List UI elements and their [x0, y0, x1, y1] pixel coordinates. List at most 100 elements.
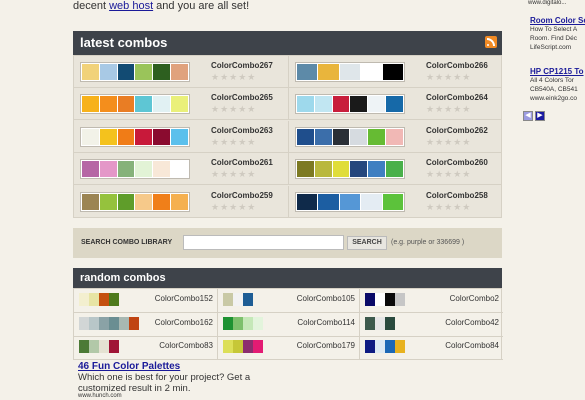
color-swatch-strip[interactable]: [295, 94, 405, 115]
combo-name[interactable]: ColorCombo114: [297, 318, 355, 327]
color-swatch: [385, 293, 395, 306]
random-combo-item[interactable]: ColorCombo152: [74, 289, 217, 313]
search-button[interactable]: SEARCH: [347, 236, 387, 250]
latest-combo-item[interactable]: ColorCombo259 ★★★★★: [74, 186, 288, 218]
combo-name[interactable]: ColorCombo267: [211, 61, 273, 70]
color-swatch: [171, 193, 188, 210]
combo-name[interactable]: ColorCombo259: [211, 191, 273, 200]
sidebar-ad-1[interactable]: Room Color Se How To Select A Room. Find…: [530, 16, 585, 52]
color-swatch: [253, 340, 263, 353]
combo-name[interactable]: ColorCombo264: [426, 93, 488, 102]
color-swatch-strip[interactable]: [80, 191, 190, 212]
color-swatch: [297, 64, 318, 80]
latest-combos-grid: ColorCombo267 ★★★★★ ColorCombo266 ★★★★★ Colo…: [73, 55, 502, 218]
latest-combo-item[interactable]: ColorCombo262 ★★★★★: [288, 120, 502, 153]
color-swatch: [79, 293, 89, 306]
prev-arrow-icon[interactable]: ◀: [523, 111, 533, 121]
color-swatch-strip[interactable]: [365, 293, 405, 306]
random-combo-item[interactable]: ColorCombo42: [360, 313, 503, 337]
color-swatch: [89, 340, 99, 353]
rating-stars-icon[interactable]: ★★★★★: [426, 137, 471, 148]
combo-name[interactable]: ColorCombo84: [445, 341, 499, 350]
color-swatch: [314, 128, 332, 145]
color-swatch: [171, 161, 188, 178]
color-swatch: [314, 96, 332, 113]
latest-combo-item[interactable]: ColorCombo267 ★★★★★: [74, 56, 288, 88]
combo-name[interactable]: ColorCombo260: [426, 158, 488, 167]
search-input[interactable]: [183, 235, 344, 250]
color-swatch: [153, 96, 171, 113]
color-swatch: [135, 193, 153, 210]
rating-stars-icon[interactable]: ★★★★★: [426, 104, 471, 115]
color-swatch-strip[interactable]: [295, 159, 405, 180]
color-swatch: [117, 128, 135, 145]
web-host-link[interactable]: web host: [109, 0, 153, 12]
combo-name[interactable]: ColorCombo265: [211, 93, 273, 102]
combo-name[interactable]: ColorCombo83: [159, 341, 213, 350]
color-swatch-strip[interactable]: [79, 340, 119, 353]
color-swatch-strip[interactable]: [223, 293, 253, 306]
rating-stars-icon[interactable]: ★★★★★: [426, 202, 471, 213]
ad-title-link[interactable]: 46 Fun Color Palettes: [78, 361, 180, 372]
combo-name[interactable]: ColorCombo152: [155, 294, 213, 303]
combo-name[interactable]: ColorCombo266: [426, 61, 488, 70]
color-swatch-strip[interactable]: [295, 62, 405, 82]
color-swatch: [243, 340, 253, 353]
sidebar-ad-1-title[interactable]: Room Color Se: [530, 16, 585, 25]
rating-stars-icon[interactable]: ★★★★★: [211, 202, 256, 213]
combo-name[interactable]: ColorCombo258: [426, 191, 488, 200]
random-combo-item[interactable]: ColorCombo114: [217, 312, 360, 337]
next-arrow-icon[interactable]: ▶: [535, 111, 545, 121]
latest-combo-item[interactable]: ColorCombo258 ★★★★★: [288, 185, 502, 218]
color-swatch-strip[interactable]: [295, 191, 405, 212]
color-swatch: [395, 293, 405, 306]
color-swatch-strip[interactable]: [79, 316, 139, 330]
random-combo-item[interactable]: ColorCombo162: [74, 313, 217, 337]
rating-stars-icon[interactable]: ★★★★★: [211, 72, 256, 83]
color-swatch-strip[interactable]: [80, 159, 190, 180]
combo-name[interactable]: ColorCombo262: [426, 126, 488, 135]
combo-name[interactable]: ColorCombo261: [211, 158, 273, 167]
rating-stars-icon[interactable]: ★★★★★: [211, 104, 256, 115]
color-swatch-strip[interactable]: [365, 340, 405, 353]
color-swatch-strip[interactable]: [79, 293, 119, 306]
latest-combo-item[interactable]: ColorCombo261 ★★★★★: [74, 153, 288, 186]
sidebar-ad-2[interactable]: HP CP1215 To All 4 Colors Tor CB540A, CB…: [530, 67, 585, 103]
sidebar-ad-2-title[interactable]: HP CP1215 To: [530, 67, 585, 76]
color-swatch-strip[interactable]: [80, 94, 190, 115]
combo-name[interactable]: ColorCombo263: [211, 126, 273, 135]
latest-combo-item[interactable]: ColorCombo264 ★★★★★: [288, 88, 502, 121]
color-swatch: [361, 193, 382, 210]
color-swatch: [153, 128, 171, 145]
combo-name[interactable]: ColorCombo2: [450, 294, 499, 303]
random-combo-item[interactable]: ColorCombo2: [360, 289, 503, 313]
color-swatch-strip[interactable]: [223, 340, 263, 353]
random-combo-item[interactable]: ColorCombo84: [360, 336, 503, 360]
color-swatch-strip[interactable]: [295, 126, 405, 147]
color-swatch: [339, 64, 361, 80]
rss-icon[interactable]: [485, 36, 497, 48]
random-combo-item[interactable]: ColorCombo105: [217, 289, 360, 313]
rating-stars-icon[interactable]: ★★★★★: [426, 72, 471, 83]
sidebar-top-url[interactable]: www.digitalo...: [528, 0, 566, 6]
latest-combo-item[interactable]: ColorCombo263 ★★★★★: [74, 121, 288, 153]
sidebar-ad-1-line: LifeScript.com: [530, 44, 572, 51]
combo-name[interactable]: ColorCombo162: [155, 318, 213, 327]
latest-combo-item[interactable]: ColorCombo266 ★★★★★: [288, 56, 502, 88]
random-combo-item[interactable]: ColorCombo179: [217, 336, 360, 360]
combo-name[interactable]: ColorCombo42: [445, 318, 499, 327]
combo-name[interactable]: ColorCombo105: [297, 294, 355, 303]
latest-combo-item[interactable]: ColorCombo265 ★★★★★: [74, 88, 288, 121]
rating-stars-icon[interactable]: ★★★★★: [211, 137, 256, 148]
color-swatch-strip[interactable]: [80, 62, 190, 82]
ad-url[interactable]: www.hunch.com: [78, 393, 122, 399]
rating-stars-icon[interactable]: ★★★★★: [426, 169, 471, 180]
color-swatch: [385, 340, 395, 353]
random-combo-item[interactable]: ColorCombo83: [74, 336, 217, 360]
latest-combo-item[interactable]: ColorCombo260 ★★★★★: [288, 153, 502, 186]
color-swatch-strip[interactable]: [80, 126, 190, 147]
color-swatch-strip[interactable]: [365, 316, 395, 330]
color-swatch-strip[interactable]: [223, 316, 263, 330]
rating-stars-icon[interactable]: ★★★★★: [211, 169, 256, 180]
combo-name[interactable]: ColorCombo179: [297, 341, 355, 350]
